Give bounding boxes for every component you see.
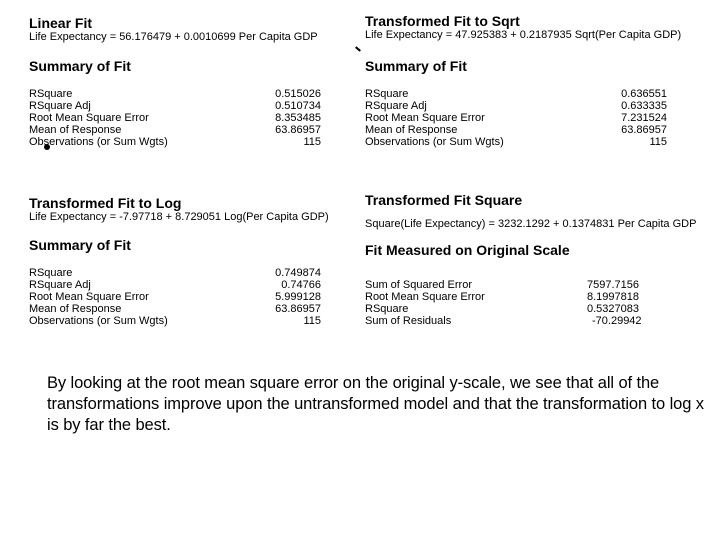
stat-label: RSquare Adj [29,279,91,291]
table-row: RSquare Adj 0.510734 [29,100,321,112]
stat-value: 5.999128 [275,291,321,303]
stat-value: 0.633335 [621,100,667,112]
stat-value: 115 [303,136,321,148]
stat-value: 8.1997818 [587,291,639,303]
stat-label: Observations (or Sum Wgts) [365,136,504,148]
stat-value: 0.515026 [275,88,321,100]
stat-label: Root Mean Square Error [365,291,485,303]
stray-mark [355,46,361,52]
stat-label: RSquare [29,267,73,279]
stat-label: Sum of Squared Error [365,279,472,291]
table-row: Mean of Response 63.86957 [29,303,321,315]
table-row: RSquare Adj 0.633335 [365,100,667,112]
table-row: Sum of Squared Error 7597.7156 [365,279,720,291]
stat-label: RSquare Adj [365,100,427,112]
stat-value: 7597.7156 [587,279,639,291]
sqrt-fit-title: Transformed Fit to Sqrt [365,13,520,29]
square-fit-equation: Square(Life Expectancy) = 3232.1292 + 0.… [365,218,697,230]
table-row: Observations (or Sum Wgts) 115 [29,136,321,148]
conclusion-text: By looking at the root mean square error… [47,374,704,434]
linear-fit-title: Linear Fit [29,15,93,31]
table-row: Root Mean Square Error 7.231524 [365,112,667,124]
table-row: Observations (or Sum Wgts) 115 [365,136,667,148]
log-summary-table: RSquare 0.749874 RSquare Adj 0.74766 Root … [29,267,321,327]
table-row: RSquare Adj 0.74766 [29,279,321,291]
linear-summary-title: Summary of Fit [29,58,131,74]
original-scale-table: Sum of Squared Error 7597.7156 Root Mean … [365,279,720,327]
stat-value: 0.510734 [275,100,321,112]
stat-label: Mean of Response [365,124,458,136]
stat-value: 0.749874 [275,267,321,279]
stat-label: Mean of Response [29,303,122,315]
table-row: Root Mean Square Error 8.1997818 [365,291,720,303]
stat-label: Root Mean Square Error [29,112,149,124]
table-row: Mean of Response 63.86957 [29,124,321,136]
table-row: Mean of Response 63.86957 [365,124,667,136]
stat-value: 115 [649,136,667,148]
table-row: Root Mean Square Error 8.353485 [29,112,321,124]
stat-label: RSquare Adj [29,100,91,112]
stat-label: Mean of Response [29,124,122,136]
stat-value: 0.74766 [281,279,321,291]
sqrt-fit-panel: Transformed Fit to Sqrt Life Expectancy … [365,13,682,148]
stat-value: 0.5327083 [587,303,639,315]
linear-fit-panel: Linear Fit Life Expectancy = 56.176479 +… [29,15,321,148]
stray-dot [44,144,50,150]
stat-value: 7.231524 [621,112,667,124]
linear-summary-table: RSquare 0.515026 RSquare Adj 0.510734 Root… [29,88,321,148]
stat-label: Observations (or Sum Wgts) [29,315,168,327]
table-row: RSquare 0.515026 [29,88,321,100]
stat-value: 0.636551 [621,88,667,100]
log-fit-equation: Life Expectancy = -7.97718 + 8.729051 Lo… [29,211,329,223]
table-row: Root Mean Square Error 5.999128 [29,291,321,303]
table-row: RSquare 0.636551 [365,88,667,100]
sqrt-fit-equation: Life Expectancy = 47.925383 + 0.2187935 … [365,29,682,41]
stat-value: 8.353485 [275,112,321,124]
stat-label: RSquare [365,88,409,100]
stat-value: 63.86957 [621,124,667,136]
table-row: Observations (or Sum Wgts) 115 [29,315,321,327]
table-row: RSquare 0.749874 [29,267,321,279]
table-row: Sum of Residuals -70.29942 [365,315,720,327]
stat-value: 63.86957 [275,124,321,136]
log-summary-title: Summary of Fit [29,237,131,253]
stat-label: RSquare [29,88,73,100]
sqrt-summary-title: Summary of Fit [365,58,467,74]
stat-value: 63.86957 [275,303,321,315]
stat-value: 115 [303,315,321,327]
stat-label: RSquare [365,303,409,315]
stat-value: -70.29942 [592,315,642,327]
original-scale-title: Fit Measured on Original Scale [365,242,570,258]
square-fit-title: Transformed Fit Square [365,192,523,208]
square-fit-panel: Transformed Fit Square Square(Life Expec… [365,192,720,327]
sqrt-summary-table: RSquare 0.636551 RSquare Adj 0.633335 Root… [365,88,667,148]
table-row: RSquare 0.5327083 [365,303,720,315]
stat-label: Root Mean Square Error [29,291,149,303]
stat-label: Root Mean Square Error [365,112,485,124]
stat-label: Sum of Residuals [365,315,452,327]
log-fit-title: Transformed Fit to Log [29,195,182,211]
log-fit-panel: Transformed Fit to Log Life Expectancy =… [29,195,329,327]
linear-fit-equation: Life Expectancy = 56.176479 + 0.0010699 … [29,31,318,43]
